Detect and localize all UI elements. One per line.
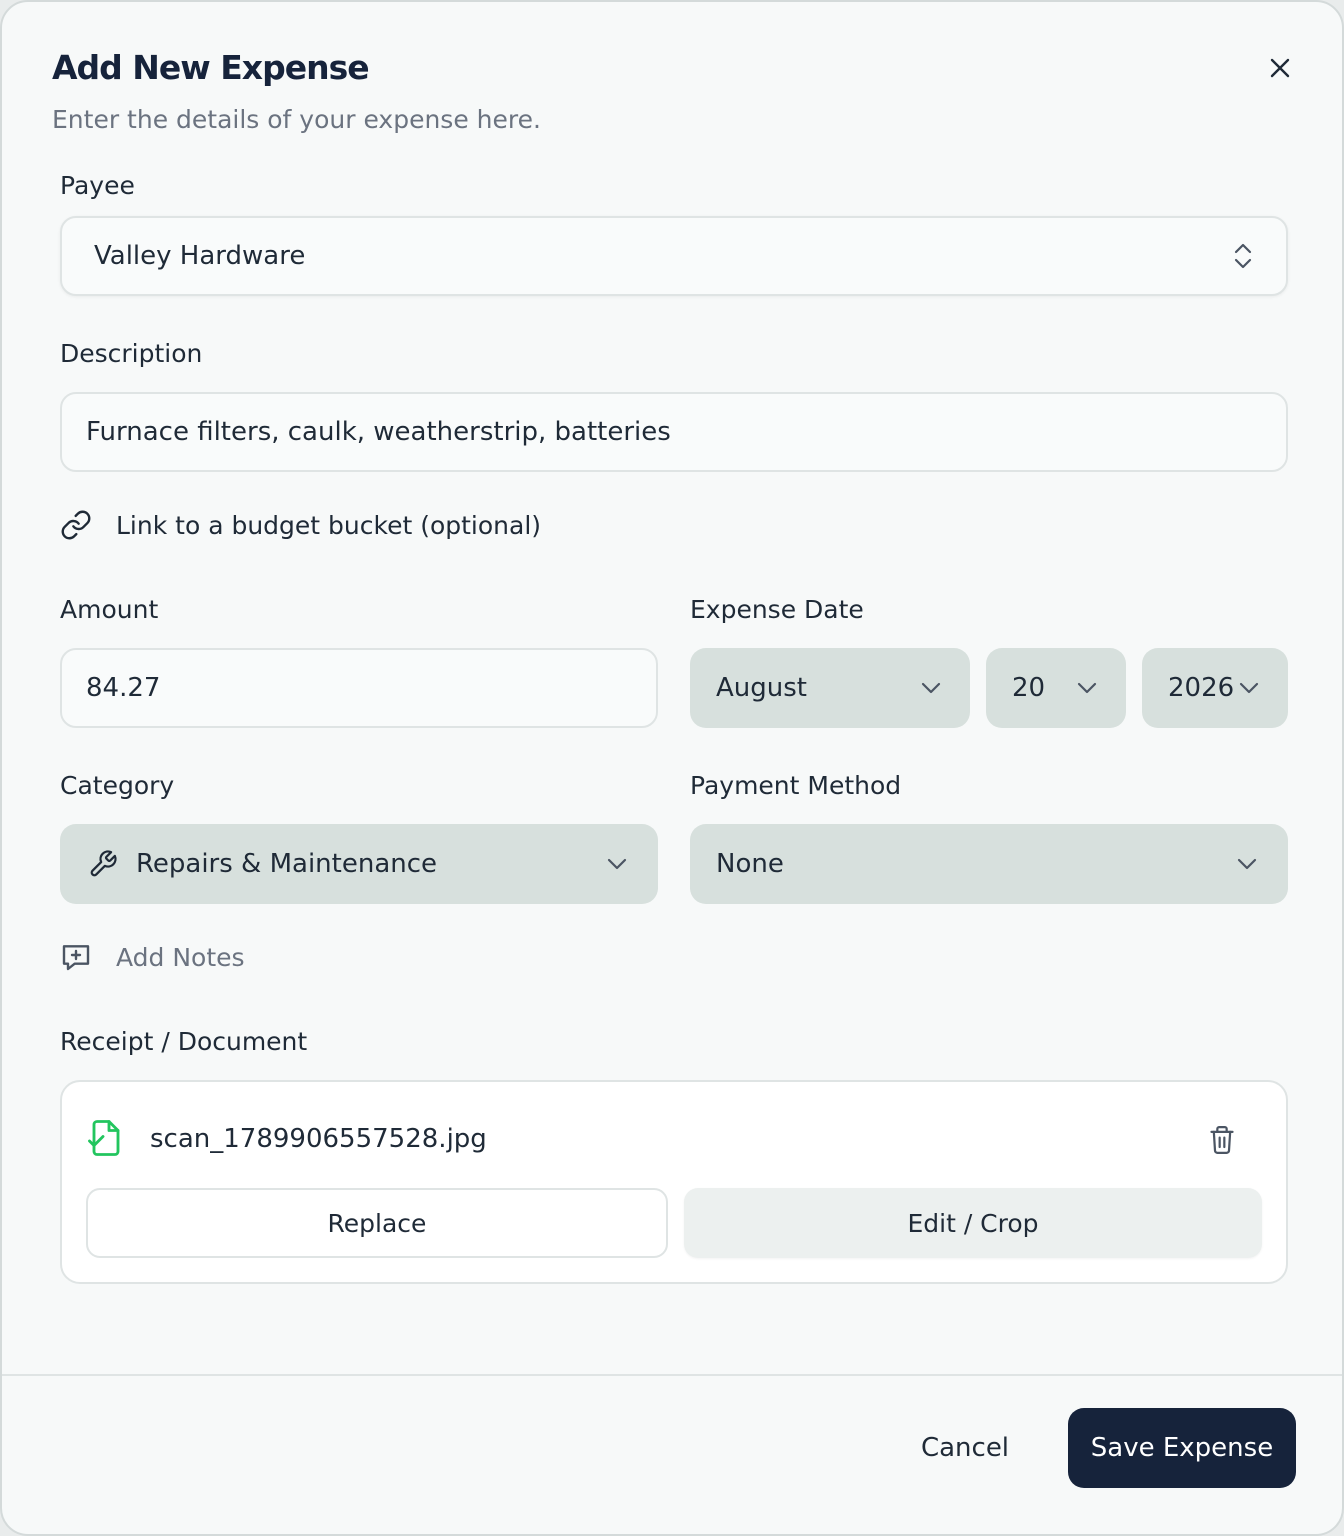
category-label: Category — [60, 771, 175, 800]
payment-method-label: Payment Method — [690, 771, 902, 800]
trash-icon — [1210, 1126, 1234, 1154]
category-value: Repairs & Maintenance — [136, 849, 438, 879]
amount-label: Amount — [60, 595, 159, 624]
payment-method-select[interactable]: None — [690, 824, 1288, 904]
payment-method-value: None — [716, 849, 784, 879]
wrench-icon — [90, 850, 117, 877]
delete-receipt-button[interactable] — [1202, 1120, 1242, 1160]
amount-field — [60, 648, 658, 728]
payee-combobox[interactable]: Valley Hardware — [60, 216, 1288, 296]
receipt-file-name: scan_1789906557528.jpg — [150, 1124, 487, 1154]
receipt-attachment-card: scan_1789906557528.jpg Replace Edit / Cr… — [60, 1080, 1288, 1284]
message-plus-icon — [62, 945, 90, 971]
description-label: Description — [60, 339, 203, 368]
payee-label: Payee — [60, 171, 135, 200]
chevron-down-icon — [1077, 682, 1097, 694]
cancel-button[interactable]: Cancel — [898, 1408, 1032, 1488]
dialog-subtitle: Enter the details of your expense here. — [52, 105, 541, 134]
close-button[interactable] — [1260, 48, 1300, 88]
chevron-down-icon — [921, 682, 941, 694]
chevron-down-icon — [1237, 858, 1257, 870]
dialog-title: Add New Expense — [52, 48, 370, 87]
chevron-up-down-icon — [1234, 243, 1252, 269]
expense-date-label: Expense Date — [690, 595, 864, 624]
year-select[interactable]: 2026 — [1142, 648, 1288, 728]
chevron-down-icon — [607, 858, 627, 870]
add-expense-dialog: Add New Expense Enter the details of you… — [0, 0, 1344, 1536]
month-select[interactable]: August — [690, 648, 970, 728]
close-icon — [1270, 58, 1290, 78]
replace-receipt-button[interactable]: Replace — [86, 1188, 668, 1258]
link-budget-bucket-label: Link to a budget bucket (optional) — [116, 510, 542, 540]
description-field — [60, 392, 1288, 472]
description-input[interactable] — [86, 417, 1262, 447]
add-notes-label: Add Notes — [116, 942, 245, 972]
link-budget-bucket-button[interactable]: Link to a budget bucket (optional) — [60, 504, 541, 546]
month-value: August — [716, 673, 807, 703]
day-value: 20 — [1012, 673, 1046, 703]
add-notes-button[interactable]: Add Notes — [60, 936, 245, 978]
chevron-down-icon — [1239, 682, 1259, 694]
edit-crop-button[interactable]: Edit / Crop — [684, 1188, 1262, 1258]
receipt-label: Receipt / Document — [60, 1027, 308, 1056]
file-check-icon — [88, 1120, 120, 1156]
amount-input[interactable] — [86, 673, 632, 703]
save-expense-button[interactable]: Save Expense — [1068, 1408, 1296, 1488]
year-value: 2026 — [1168, 673, 1235, 703]
category-select[interactable]: Repairs & Maintenance — [60, 824, 658, 904]
link-icon — [61, 510, 91, 540]
footer-divider — [2, 1374, 1342, 1376]
day-select[interactable]: 20 — [986, 648, 1126, 728]
payee-value: Valley Hardware — [94, 241, 306, 271]
